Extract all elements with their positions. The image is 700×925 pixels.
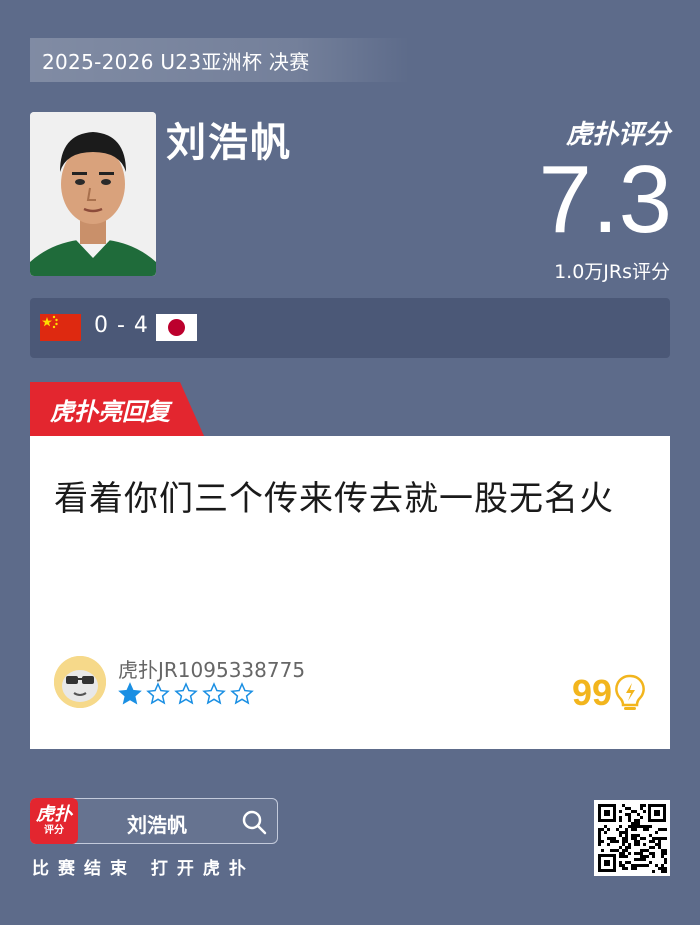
star-filled-icon <box>118 682 142 705</box>
search-query: 刘浩帆 <box>127 813 187 837</box>
open-app-cta: 比赛结束 打开虎扑 <box>32 859 255 879</box>
match-score: 0 - 4 <box>94 313 149 338</box>
lightbulb-icon[interactable] <box>614 674 646 714</box>
app-logo-line1: 虎扑 <box>36 804 72 825</box>
highlight-reply-tag: 虎扑亮回复 <box>30 382 204 436</box>
event-title: 2025-2026 U23亚洲杯 决赛 <box>42 49 310 74</box>
china-flag-icon <box>40 314 81 341</box>
comment-card[interactable]: 看着你们三个传来传去就一股无名火 虎扑JR1095338775 99 <box>30 436 670 749</box>
rating-count: 1.0万JRs评分 <box>554 261 670 283</box>
japan-flag-icon <box>156 314 197 341</box>
player-photo <box>30 112 156 276</box>
star-empty-icon <box>146 682 170 705</box>
comment-username[interactable]: 虎扑JR1095338775 <box>118 654 305 683</box>
star-empty-icon <box>202 682 226 705</box>
search-icon[interactable] <box>241 809 267 835</box>
user-avatar[interactable] <box>54 656 106 708</box>
like-count: 99 <box>571 672 612 713</box>
user-rating-stars <box>118 682 254 706</box>
hupu-app-logo-icon: 虎扑 评分 <box>30 798 78 844</box>
rating-score: 7.3 <box>538 146 672 253</box>
player-name: 刘浩帆 <box>166 120 292 166</box>
highlight-reply-label: 虎扑亮回复 <box>50 397 170 426</box>
star-empty-icon <box>230 682 254 705</box>
qr-code <box>594 800 670 876</box>
comment-text: 看着你们三个传来传去就一股无名火 <box>54 479 614 519</box>
player-portrait-image <box>30 112 156 276</box>
match-score-bar: 0 - 4 <box>30 298 670 358</box>
star-empty-icon <box>174 682 198 705</box>
event-title-banner: 2025-2026 U23亚洲杯 决赛 <box>30 38 410 82</box>
app-logo-line2: 评分 <box>44 825 64 836</box>
search-box[interactable]: 虎扑 评分 刘浩帆 <box>30 798 278 844</box>
